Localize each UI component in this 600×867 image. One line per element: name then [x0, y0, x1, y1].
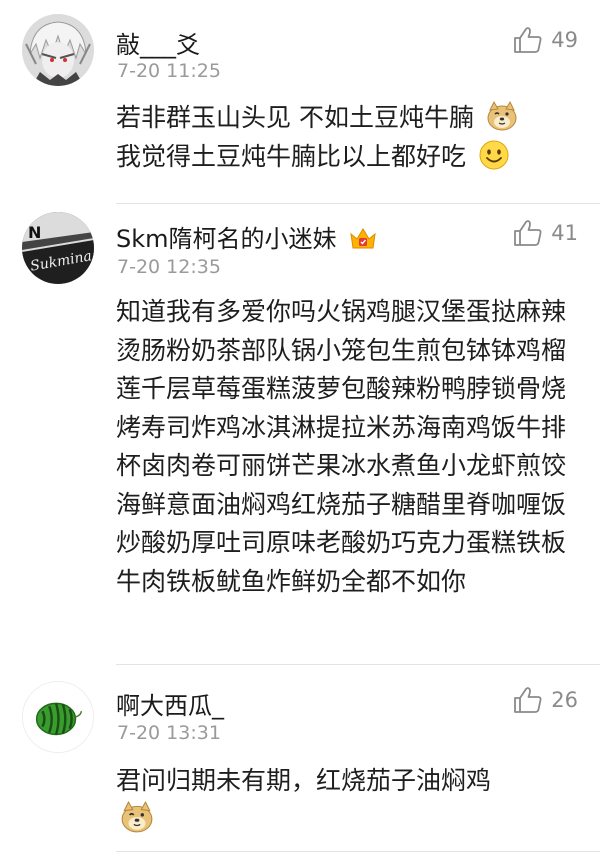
comment-text: 君问归期未有期，红烧茄子油焖鸡 [116, 761, 578, 839]
username[interactable]: Skm隋柯名的小迷妹 [116, 219, 378, 254]
comment-timestamp: 7-20 11:25 [117, 60, 221, 82]
username[interactable]: 啊大西瓜_ [116, 686, 224, 721]
like-button[interactable]: 41 [513, 219, 578, 247]
comment-timestamp: 7-20 13:31 [117, 722, 221, 744]
doge-emoji-icon [487, 100, 517, 131]
comment-text: 知道我有多爱你吗火锅鸡腿汉堡蛋挞麻辣烫肠粉奶茶部队锅小笼包生煎包钵钵鸡榴莲千层草… [116, 297, 567, 596]
user-avatar[interactable]: Sukmina N [22, 212, 94, 284]
username[interactable]: 敲___爻 [116, 25, 200, 60]
user-avatar[interactable] [22, 14, 94, 86]
thumbs-up-icon [514, 220, 542, 246]
anime-avatar-icon [22, 14, 94, 86]
comment-item: Sukmina N Skm隋柯名的小迷妹 7-20 12:35 41 知道我有多… [0, 205, 600, 665]
watermelon-avatar-icon [23, 682, 93, 752]
comment-item: 啊大西瓜_ 7-20 13:31 26 君问归期未有期，红烧茄子油焖鸡 [0, 665, 600, 867]
smile-emoji-icon [479, 140, 509, 170]
divider [116, 851, 600, 852]
like-button[interactable]: 26 [513, 686, 578, 714]
thumbs-up-icon [514, 27, 542, 53]
thumbs-up-icon [514, 687, 542, 713]
comment-item: 敲___爻 7-20 11:25 49 若非群玉山头见 不如土豆炖牛腩 我觉得土… [0, 0, 600, 205]
comment-text: 若非群玉山头见 不如土豆炖牛腩 我觉得土豆炖牛腩比以上都好吃 [116, 98, 578, 176]
like-count: 41 [551, 221, 578, 245]
comment-line: 若非群玉山头见 不如土豆炖牛腩 [116, 103, 474, 132]
comment-timestamp: 7-20 12:35 [117, 256, 221, 278]
logo-avatar-icon: Sukmina N [22, 212, 94, 284]
comment-line: 我觉得土豆炖牛腩比以上都好吃 [116, 142, 467, 171]
like-button[interactable]: 49 [513, 26, 578, 54]
doge-emoji-icon [121, 800, 153, 833]
svg-text:N: N [28, 223, 41, 242]
like-count: 49 [551, 28, 578, 52]
divider [116, 203, 600, 204]
username-text: Skm隋柯名的小迷妹 [116, 225, 337, 253]
comment-line: 君问归期未有期，红烧茄子油焖鸡 [116, 766, 492, 795]
crown-badge-icon [350, 228, 376, 249]
user-avatar[interactable] [22, 681, 94, 753]
like-count: 26 [551, 688, 578, 712]
